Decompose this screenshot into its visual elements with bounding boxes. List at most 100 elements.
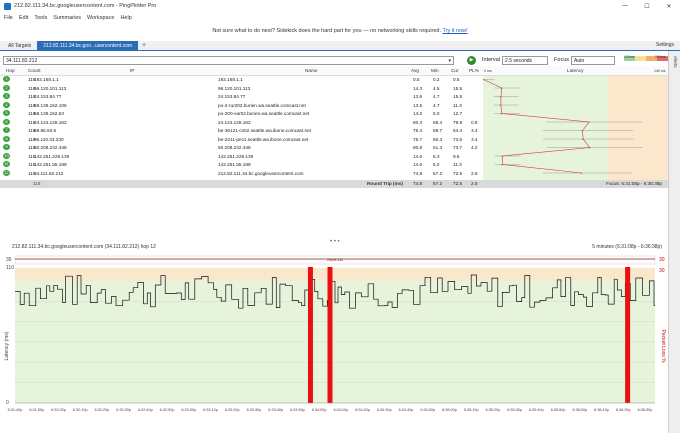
close-button[interactable]: ✕ bbox=[658, 0, 680, 12]
hop-number: 5 bbox=[3, 110, 10, 116]
start-trace-button[interactable]: ▶ bbox=[467, 55, 476, 65]
table-row[interactable]: 7 118 68.86.93.5 be-36121-cs02.seattle.wa.i… bbox=[0, 127, 498, 134]
table-row[interactable]: 6 118 24.124.128.162 24.124.128.162 80.3 68.4… bbox=[0, 118, 488, 126]
hop-cur: 9.6 bbox=[453, 153, 460, 159]
target-value: 34.111.82.212 bbox=[6, 57, 38, 64]
maximize-button[interactable]: ☐ bbox=[636, 0, 658, 12]
menu-help[interactable]: Help bbox=[120, 15, 131, 21]
minimize-button[interactable]: — bbox=[614, 0, 636, 12]
graph-title: 212.82.111.34.bc.googleusercontent.com (… bbox=[12, 244, 156, 250]
col-cur[interactable]: Cur bbox=[451, 68, 459, 73]
hop-number: 1 bbox=[3, 76, 10, 82]
hop-avg: 0.5 bbox=[413, 77, 420, 82]
hop-ip: 68.86.93.5 bbox=[34, 128, 57, 133]
hop-avg: 14.6 bbox=[413, 153, 423, 159]
table-row[interactable]: 11 118 142.251.55.199 142.251.55.199 14.6 5.2… bbox=[0, 161, 483, 168]
hop-number: 3 bbox=[3, 93, 10, 99]
menu-bar: File Edit Tools Summaries Workspace Help bbox=[0, 12, 680, 23]
table-row[interactable]: 8 118 96.110.33.230 be-2211-pe11.seattle.wa… bbox=[0, 135, 498, 143]
hop-min: 60.3 bbox=[433, 136, 443, 142]
x-tick-label: 6:34:20p bbox=[355, 408, 370, 412]
tab-all-targets[interactable]: All Targets bbox=[0, 43, 37, 49]
table-row[interactable]: 4 118 69.139.162.106 po-2-rur202.burien.wa.… bbox=[0, 101, 483, 109]
hop-pl: 0.8 bbox=[471, 119, 478, 125]
table-row[interactable]: 2 118 96.120.101.113 96.120.101.113 14.3 4.5 1… bbox=[0, 84, 483, 92]
menu-workspace[interactable]: Workspace bbox=[87, 15, 114, 21]
menu-tools[interactable]: Tools bbox=[34, 15, 47, 21]
target-input[interactable]: 34.111.82.212 ▾ bbox=[3, 55, 454, 65]
col-count[interactable]: Count bbox=[28, 68, 41, 73]
packet-loss-bar bbox=[307, 267, 313, 403]
hop-avg: 74.8 bbox=[413, 170, 423, 176]
x-tick-label: 6:34:00p bbox=[312, 408, 327, 412]
table-row[interactable]: 9 118 50.208.232.346 50.208.232.346 80.8 61.3… bbox=[0, 144, 501, 151]
x-tick-label: 6:35:20p bbox=[486, 408, 501, 412]
hop-ip: 142.251.55.199 bbox=[34, 162, 67, 167]
col-pl[interactable]: PL% bbox=[469, 68, 479, 73]
hop-ip: 96.110.33.230 bbox=[34, 136, 64, 142]
col-ip[interactable]: IP bbox=[130, 68, 134, 73]
hop-number: 6 bbox=[3, 118, 10, 125]
menu-file[interactable]: File bbox=[4, 15, 13, 21]
hop-min: 68.4 bbox=[433, 119, 443, 125]
x-tick-label: 6:35:10p bbox=[464, 408, 479, 412]
hop-number: 8 bbox=[3, 135, 10, 142]
hop-name: be-2211-pe11.seattle.wa.ibone.comcast.ne… bbox=[218, 136, 309, 142]
summary-cur: 72.5 bbox=[453, 181, 463, 186]
col-hop[interactable]: Hop bbox=[6, 68, 15, 73]
col-latency[interactable]: Latency bbox=[567, 68, 583, 73]
col-name[interactable]: Name bbox=[305, 68, 318, 73]
x-tick-label: 6:36:30p bbox=[638, 408, 653, 412]
hop-cur: 0.5 bbox=[453, 77, 460, 82]
x-tick-label: 6:34:10p bbox=[333, 408, 348, 412]
interval-select[interactable]: 2.5 seconds bbox=[502, 55, 549, 65]
hop-avg: 75.4 bbox=[413, 128, 423, 133]
chevron-down-icon[interactable]: ▾ bbox=[448, 57, 451, 65]
x-tick-label: 6:34:30p bbox=[377, 408, 392, 412]
play-icon: ▶ bbox=[469, 57, 474, 63]
panel-splitter[interactable]: • • • bbox=[0, 239, 668, 245]
pl-scale-label: 30 bbox=[659, 268, 665, 274]
hop-ip: 192.168.1.1 bbox=[34, 77, 59, 82]
hop-name: 192.168.1.1 bbox=[218, 77, 243, 82]
table-row[interactable]: 12 118 34.111.82.212 212.82.111.34.bc.googl… bbox=[0, 169, 494, 177]
tab-active-target[interactable]: 212.82.111.34.bc.goo...usercontent.com bbox=[37, 40, 139, 51]
x-tick-label: 6:31:50p bbox=[29, 408, 44, 412]
col-avg[interactable]: Avg bbox=[411, 68, 419, 73]
settings-link[interactable]: Settings bbox=[656, 42, 674, 48]
hop-cur: 79.8 bbox=[453, 119, 463, 125]
col-min[interactable]: Min bbox=[431, 68, 439, 73]
hop-name: 50.208.232.346 bbox=[218, 145, 251, 150]
hop-cur: 64.4 bbox=[453, 128, 463, 133]
hop-avg: 14.2 bbox=[413, 111, 423, 116]
timeline-graph[interactable]: 35 110 30 30 25|ms 110 Latency (ms) Packet Los… bbox=[0, 251, 668, 433]
hop-cur: 73.7 bbox=[453, 145, 463, 150]
table-header: Hop Count IP Name Avg Min Cur PL% 0 ms L… bbox=[0, 66, 668, 76]
banner-link[interactable]: Try it now! bbox=[442, 28, 467, 34]
x-tick-label: 6:33:50p bbox=[290, 408, 305, 412]
hop-cur: 72.5 bbox=[453, 170, 463, 176]
hop-cur: 73.5 bbox=[453, 136, 463, 142]
alerts-label[interactable]: Alerts bbox=[673, 56, 678, 68]
focus-select[interactable]: Auto bbox=[571, 55, 616, 65]
hop-number: 9 bbox=[3, 144, 10, 150]
add-tab-button[interactable]: + bbox=[142, 42, 146, 49]
banner-text: Not sure what to do next? Sidekick does … bbox=[212, 28, 442, 34]
hop-min: 4.7 bbox=[433, 102, 440, 108]
table-row[interactable]: 1 118 192.168.1.1 192.168.1.1 0.5 0.2 0.5 bbox=[0, 76, 483, 83]
table-row[interactable]: 3 118 24.153.84.77 24.153.84.77 13.6 4.7 15.5 bbox=[0, 93, 483, 100]
col-lat-min: 0 ms bbox=[484, 69, 492, 73]
summary-row: 118 Round Trip (ms) 74.8 57.2 72.5 2.5 F… bbox=[0, 180, 668, 188]
table-row[interactable]: 10 118 142.251.229.139 142.251.229.139 14.6 6… bbox=[0, 152, 483, 160]
hop-cur: 15.5 bbox=[453, 85, 463, 91]
x-tick-label: 6:33:00p bbox=[181, 408, 196, 412]
alerts-panel[interactable] bbox=[668, 51, 680, 433]
packet-loss-bar bbox=[327, 267, 333, 403]
hop-name: be-36121-cs02.seattle.wa.ibone.comcast.n… bbox=[218, 128, 312, 133]
hop-name: po-2-rur202.burien.wa.seattle.comcast.ne… bbox=[218, 102, 306, 108]
menu-summaries[interactable]: Summaries bbox=[53, 15, 81, 21]
table-row[interactable]: 5 118 68.139.162.53 po-200-xar02.burien.wa.… bbox=[0, 110, 483, 117]
pl-top-label: 30 bbox=[659, 257, 665, 263]
summary-label: Round Trip (ms) bbox=[367, 181, 403, 186]
menu-edit[interactable]: Edit bbox=[19, 15, 28, 21]
